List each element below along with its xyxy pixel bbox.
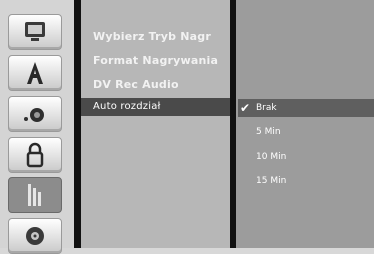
- menu-item-record-mode[interactable]: Wybierz Tryb Nagr: [93, 30, 211, 43]
- speaker-icon: [24, 108, 44, 122]
- menu-item-dv-rec-audio[interactable]: DV Rec Audio: [93, 78, 179, 91]
- option-label: Brak: [256, 103, 277, 113]
- film-icon-button[interactable]: [8, 177, 62, 213]
- letter-a-icon: [27, 62, 43, 84]
- checkmark-icon: ✔: [240, 101, 251, 115]
- speaker-icon-button[interactable]: [8, 96, 62, 132]
- lock-icon-button[interactable]: [8, 137, 62, 173]
- option-15-min[interactable]: 15 Min: [256, 176, 286, 186]
- tv-icon-button[interactable]: [8, 14, 62, 50]
- film-icon: [28, 184, 41, 206]
- rail-divider: [74, 0, 81, 248]
- menu-item-record-format[interactable]: Format Nagrywania: [93, 54, 218, 67]
- recording-settings-menu: Wybierz Tryb Nagr Format Nagrywania DV R…: [81, 0, 230, 248]
- auto-chapter-options: ✔ Brak 5 Min 10 Min 15 Min: [236, 0, 374, 248]
- menu-item-auto-chapter[interactable]: Auto rozdział: [81, 98, 230, 116]
- tv-icon: [25, 22, 45, 41]
- option-none[interactable]: ✔ Brak: [238, 99, 374, 117]
- option-5-min[interactable]: 5 Min: [256, 127, 281, 137]
- dvd-setup-menu: Wybierz Tryb Nagr Format Nagrywania DV R…: [0, 0, 374, 254]
- disc-icon-button[interactable]: [8, 218, 62, 254]
- option-10-min[interactable]: 10 Min: [256, 152, 286, 162]
- icon-rail: [0, 0, 78, 254]
- letter-a-icon-button[interactable]: [8, 55, 62, 91]
- lock-icon: [26, 142, 44, 168]
